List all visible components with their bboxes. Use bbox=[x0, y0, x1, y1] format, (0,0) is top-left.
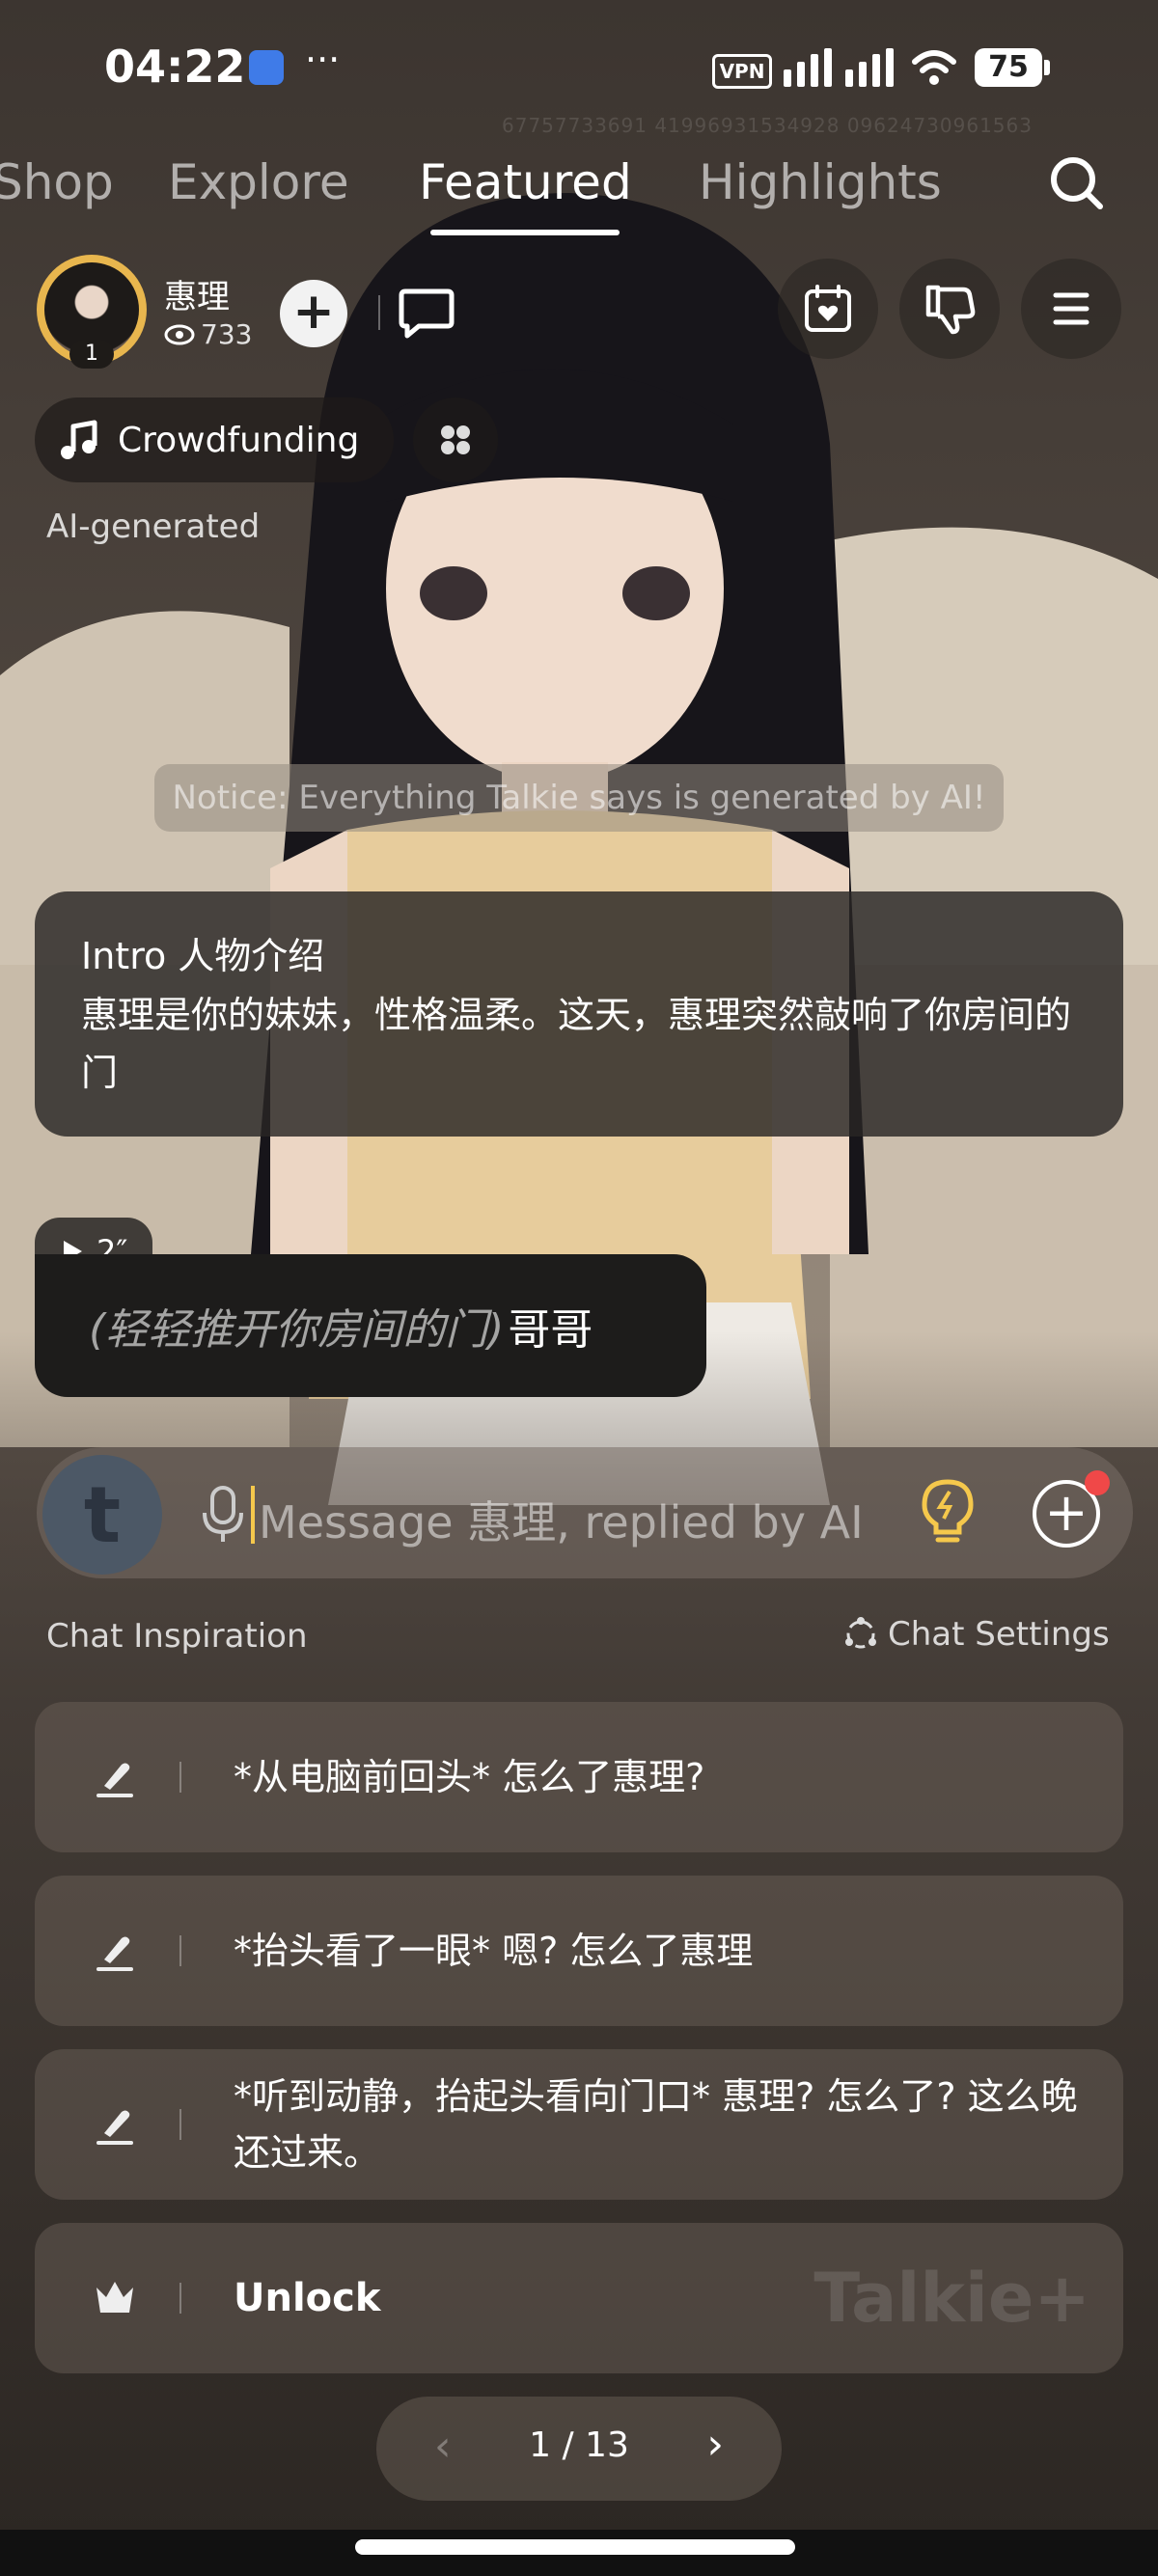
status-time: 04:22 bbox=[104, 41, 246, 93]
unlock-button[interactable]: Unlock Talkie+ bbox=[35, 2223, 1123, 2373]
intro-body: 惠理是你的妹妹，性格温柔。这天，惠理突然敲响了你房间的门 bbox=[81, 994, 1072, 1094]
text-caret bbox=[251, 1486, 255, 1544]
suggestion-divider bbox=[179, 1762, 181, 1793]
suggestion-text: *抬头看了一眼* 嗯? 怎么了惠理 bbox=[234, 1930, 754, 1972]
pen-icon bbox=[96, 1936, 133, 1971]
level-badge: 1 bbox=[69, 340, 114, 369]
talkie-plus-logo: Talkie+ bbox=[813, 2259, 1090, 2338]
music-note-icon bbox=[61, 420, 97, 459]
suggestion-item[interactable]: *抬头看了一眼* 嗯? 怎么了惠理 bbox=[35, 1876, 1123, 2026]
grid-icon bbox=[441, 425, 470, 454]
eye-icon bbox=[164, 324, 195, 344]
unlock-divider bbox=[179, 2283, 181, 2314]
user-avatar-t-icon[interactable]: t bbox=[42, 1455, 162, 1575]
signal-icon bbox=[784, 46, 894, 87]
view-count-value: 733 bbox=[201, 318, 253, 350]
suggestion-divider bbox=[179, 2109, 181, 2140]
crowdfunding-label: Crowdfunding bbox=[118, 420, 360, 460]
message-input[interactable]: Message 惠理, replied by AI bbox=[259, 1488, 864, 1551]
hamburger-menu-icon bbox=[1053, 292, 1089, 325]
suggestion-item[interactable]: *听到动静，抬起头看向门口* 惠理? 怎么了? 这么晚还过来。 bbox=[35, 2049, 1123, 2200]
suggestion-text: *从电脑前回头* 怎么了惠理? bbox=[234, 1756, 705, 1798]
character-name: 惠理 bbox=[164, 278, 230, 316]
battery-icon: 75 bbox=[975, 48, 1042, 87]
calendar-heart-icon bbox=[805, 285, 851, 332]
settings-nodes-icon bbox=[845, 1617, 876, 1649]
tab-explore[interactable]: Explore bbox=[168, 154, 349, 210]
calendar-button[interactable] bbox=[778, 259, 878, 359]
ai-notice: Notice: Everything Talkie says is genera… bbox=[154, 764, 1004, 832]
home-indicator[interactable] bbox=[355, 2539, 795, 2555]
message-bubble[interactable]: (轻轻推开你房间的门) 哥哥 bbox=[35, 1254, 706, 1397]
crowdfunding-button[interactable]: Crowdfunding bbox=[35, 397, 395, 482]
notification-dot bbox=[1085, 1470, 1110, 1495]
intro-title: Intro 人物介绍 bbox=[81, 935, 325, 977]
follow-button[interactable]: + bbox=[280, 280, 347, 347]
chat-bubble-icon[interactable] bbox=[398, 286, 455, 340]
pen-icon bbox=[96, 1763, 133, 1797]
suggestion-item[interactable]: *从电脑前回头* 怎么了惠理? bbox=[35, 1702, 1123, 1852]
view-count: 733 bbox=[164, 318, 252, 350]
suggestion-text: *听到动静，抬起头看向门口* 惠理? 怎么了? 这么晚还过来。 bbox=[234, 2075, 1078, 2174]
tab-featured[interactable]: Featured bbox=[419, 154, 632, 210]
divider bbox=[378, 295, 380, 330]
thumbs-down-icon bbox=[925, 285, 976, 335]
search-icon[interactable] bbox=[1048, 154, 1106, 212]
dislike-button[interactable] bbox=[899, 259, 1000, 359]
crown-icon bbox=[96, 2282, 133, 2313]
chat-settings-button[interactable]: Chat Settings bbox=[841, 1615, 1110, 1654]
pen-icon bbox=[96, 2110, 133, 2145]
app-notification-icon bbox=[249, 50, 284, 85]
battery-tip bbox=[1044, 60, 1050, 75]
chat-settings-label: Chat Settings bbox=[888, 1615, 1110, 1654]
status-bar: 04:22 ··· VPN 75 bbox=[0, 0, 1158, 135]
chat-inspiration-label: Chat Inspiration bbox=[46, 1617, 308, 1656]
wifi-icon bbox=[912, 50, 956, 85]
tab-shop[interactable]: Shop bbox=[0, 154, 114, 210]
more-notifications-icon: ··· bbox=[305, 39, 341, 81]
intro-card: Intro 人物介绍 惠理是你的妹妹，性格温柔。这天，惠理突然敲响了你房间的门 bbox=[35, 891, 1123, 1137]
active-tab-indicator bbox=[430, 230, 620, 235]
microphone-icon[interactable] bbox=[199, 1484, 247, 1546]
lightbulb-icon[interactable] bbox=[917, 1478, 979, 1548]
vpn-icon: VPN bbox=[712, 54, 772, 89]
ai-generated-label: AI-generated bbox=[46, 507, 261, 546]
menu-button[interactable] bbox=[1021, 259, 1121, 359]
next-page-icon[interactable]: › bbox=[706, 2420, 724, 2469]
message-text: 哥哥 bbox=[508, 1305, 593, 1355]
pagination: ‹ 1 / 13 › bbox=[376, 2397, 782, 2501]
message-action: (轻轻推开你房间的门) bbox=[89, 1305, 505, 1355]
more-features-button[interactable] bbox=[413, 397, 498, 482]
tab-highlights[interactable]: Highlights bbox=[699, 154, 942, 210]
suggestion-divider bbox=[179, 1935, 181, 1966]
